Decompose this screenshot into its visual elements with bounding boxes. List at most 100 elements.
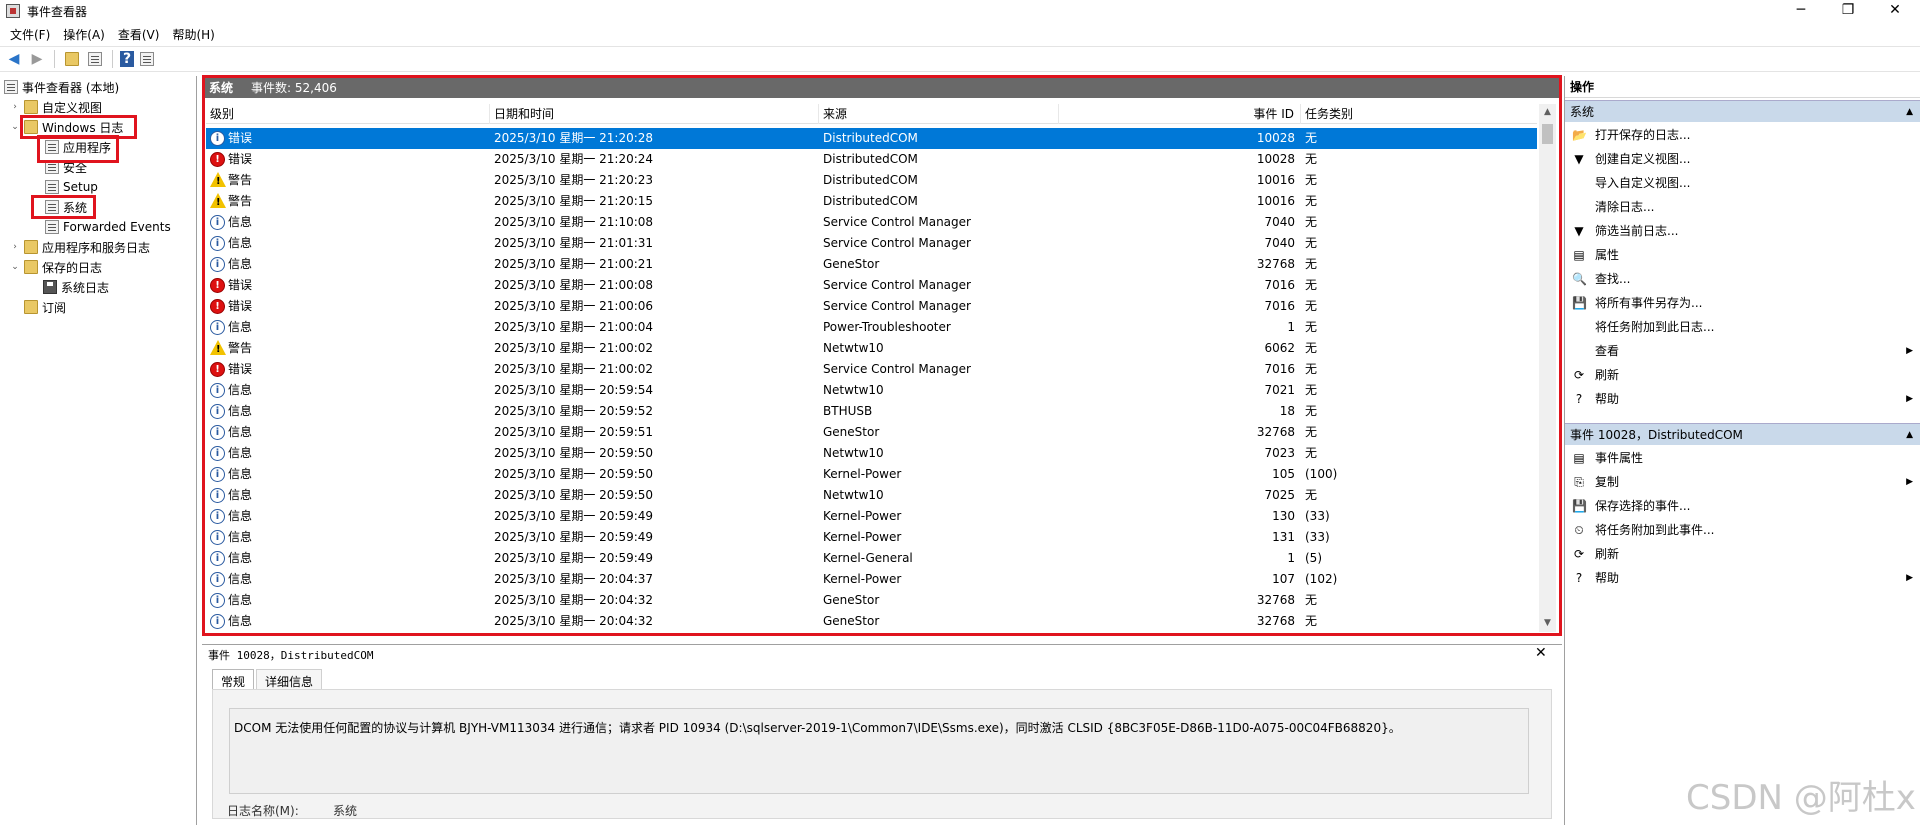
actions-section-system[interactable]: 系统 ▲ (1565, 100, 1920, 122)
watermark: CSDN @阿杜x (1686, 778, 1916, 818)
action-item[interactable]: ▼ 创建自定义视图... (1565, 147, 1920, 171)
action-icon (1572, 176, 1586, 190)
action-icon: ⟳ (1573, 368, 1585, 382)
expand-arrow-icon[interactable]: › (10, 102, 20, 112)
event-viewer-window: 事件查看器 ─ ❐ ✕ 文件(F) 操作(A) 查看(V) 帮助(H) ◀ ▶ … (0, 0, 1920, 825)
action-item[interactable]: 导入自定义视图... (1565, 171, 1920, 195)
action-item[interactable]: 📂 打开保存的日志... (1565, 123, 1920, 147)
action-item[interactable]: ▤ 属性 (1565, 243, 1920, 267)
action-label: 复制 (1595, 475, 1620, 489)
action-label: 筛选当前日志... (1595, 224, 1679, 238)
detail-body: DCOM 无法使用任何配置的协议与计算机 BJYH-VM113034 进行通信；… (212, 689, 1552, 819)
action-label: 清除日志... (1595, 200, 1655, 214)
actions-pane: 操作 系统 ▲ 📂 打开保存的日志... ▼ 创建自定义视图... 导入自定义视图...… (1564, 76, 1920, 825)
menu-action[interactable]: 操作(A) (63, 26, 105, 43)
tree-subscriptions[interactable]: 订阅 (24, 298, 66, 316)
action-item[interactable]: 清除日志... (1565, 195, 1920, 219)
action-icon: ▼ (1574, 224, 1584, 238)
back-icon[interactable]: ◀ (4, 49, 24, 69)
forward-icon[interactable]: ▶ (27, 49, 47, 69)
collapse-caret-icon[interactable]: ▲ (1906, 424, 1913, 446)
tree-forwarded-label: Forwarded Events (63, 220, 171, 234)
menu-view[interactable]: 查看(V) (118, 26, 160, 43)
panel-icon[interactable] (137, 49, 157, 69)
console-tree-icon[interactable] (85, 49, 105, 69)
action-icon: ▤ (1573, 451, 1585, 465)
event-message[interactable]: DCOM 无法使用任何配置的协议与计算机 BJYH-VM113034 进行通信；… (229, 708, 1529, 794)
tree-app-services-label: 应用程序和服务日志 (42, 240, 151, 255)
action-label: 查看 (1595, 344, 1620, 358)
tree-app-services[interactable]: › 应用程序和服务日志 (10, 238, 150, 256)
action-item[interactable]: ⏲ 将任务附加到此事件... (1565, 518, 1920, 542)
action-icon (1572, 320, 1586, 334)
action-item[interactable]: 将任务附加到此日志... (1565, 315, 1920, 339)
tree-setup[interactable]: Setup (45, 178, 98, 196)
action-icon: ▼ (1574, 152, 1584, 166)
action-icon: ? (1575, 571, 1583, 585)
tree-system-log[interactable]: 系统日志 (43, 278, 109, 296)
event-detail-pane: 事件 10028，DistributedCOM ✕ 常规 详细信息 DCOM 无… (202, 644, 1562, 825)
action-label: 属性 (1595, 248, 1620, 262)
action-icon: 📂 (1572, 128, 1587, 142)
submenu-arrow-icon: ▶ (1906, 573, 1913, 583)
submenu-arrow-icon: ▶ (1906, 394, 1913, 404)
action-item[interactable]: 💾 将所有事件另存为... (1565, 291, 1920, 315)
action-item[interactable]: ▤ 事件属性 (1565, 446, 1920, 470)
collapse-arrow-icon[interactable]: ⌄ (10, 122, 20, 132)
highlight-box (202, 75, 1562, 636)
folder-icon (24, 100, 38, 114)
up-folder-icon[interactable] (62, 49, 82, 69)
action-icon: ⏲ (1574, 523, 1584, 537)
folder-icon (24, 240, 38, 254)
toolbar-divider (112, 50, 113, 68)
collapse-arrow-icon[interactable]: ⌄ (10, 262, 20, 272)
tree-saved-logs-label: 保存的日志 (42, 260, 103, 275)
action-label: 查找... (1595, 272, 1631, 286)
collapse-caret-icon[interactable]: ▲ (1906, 101, 1913, 123)
expand-arrow-icon[interactable]: › (10, 242, 20, 252)
action-icon: 💾 (1572, 499, 1587, 513)
action-label: 保存选择的事件... (1595, 499, 1691, 513)
toolbar-divider (54, 50, 55, 68)
action-item[interactable]: ▼ 筛选当前日志... (1565, 219, 1920, 243)
log-name-label: 日志名称(M): (227, 804, 299, 818)
action-item[interactable]: ? 帮助 ▶ (1565, 387, 1920, 411)
tree-root[interactable]: 事件查看器 (本地) (4, 78, 119, 96)
action-label: 打开保存的日志... (1595, 128, 1691, 142)
actions-section-event[interactable]: 事件 10028，DistributedCOM ▲ (1565, 423, 1920, 445)
highlight-box (31, 195, 96, 219)
menu-file[interactable]: 文件(F) (10, 26, 50, 43)
close-icon[interactable]: ✕ (1535, 645, 1547, 661)
submenu-arrow-icon: ▶ (1906, 477, 1913, 487)
action-label: 刷新 (1595, 368, 1620, 382)
minimize-button[interactable]: ─ (1778, 0, 1824, 22)
action-item[interactable]: ? 帮助 ▶ (1565, 566, 1920, 590)
detail-header: 事件 10028，DistributedCOM (208, 649, 374, 662)
close-button[interactable]: ✕ (1872, 0, 1918, 22)
action-label: 帮助 (1595, 392, 1620, 406)
tree-system-log-label: 系统日志 (61, 280, 110, 295)
menu-help[interactable]: 帮助(H) (172, 26, 214, 43)
tree-custom-views[interactable]: › 自定义视图 (10, 98, 102, 116)
menu-bar: 文件(F) 操作(A) 查看(V) 帮助(H) (0, 24, 1920, 44)
toolbar: ◀ ▶ ? (0, 46, 1920, 72)
actions-header: 操作 (1565, 76, 1920, 98)
action-item[interactable]: 查看 ▶ (1565, 339, 1920, 363)
submenu-arrow-icon: ▶ (1906, 346, 1913, 356)
action-item[interactable]: ⟳ 刷新 (1565, 542, 1920, 566)
tree-setup-label: Setup (63, 180, 98, 194)
tree-forwarded-events[interactable]: Forwarded Events (45, 218, 171, 236)
console-tree: 事件查看器 (本地) › 自定义视图 ⌄ Windows 日志 应用程序 安全 … (0, 76, 197, 825)
action-label: 将任务附加到此事件... (1595, 523, 1715, 537)
tree-saved-logs[interactable]: ⌄ 保存的日志 (10, 258, 102, 276)
action-item[interactable]: 💾 保存选择的事件... (1565, 494, 1920, 518)
action-label: 事件属性 (1595, 451, 1644, 465)
action-item[interactable]: 🔍 查找... (1565, 267, 1920, 291)
restore-button[interactable]: ❐ (1825, 0, 1871, 22)
log-icon (45, 180, 59, 194)
help-icon[interactable]: ? (120, 51, 134, 67)
action-label: 帮助 (1595, 571, 1620, 585)
action-item[interactable]: ⟳ 刷新 (1565, 363, 1920, 387)
action-item[interactable]: ⎘ 复制 ▶ (1565, 470, 1920, 494)
section-event-label: 事件 10028，DistributedCOM (1570, 428, 1743, 442)
